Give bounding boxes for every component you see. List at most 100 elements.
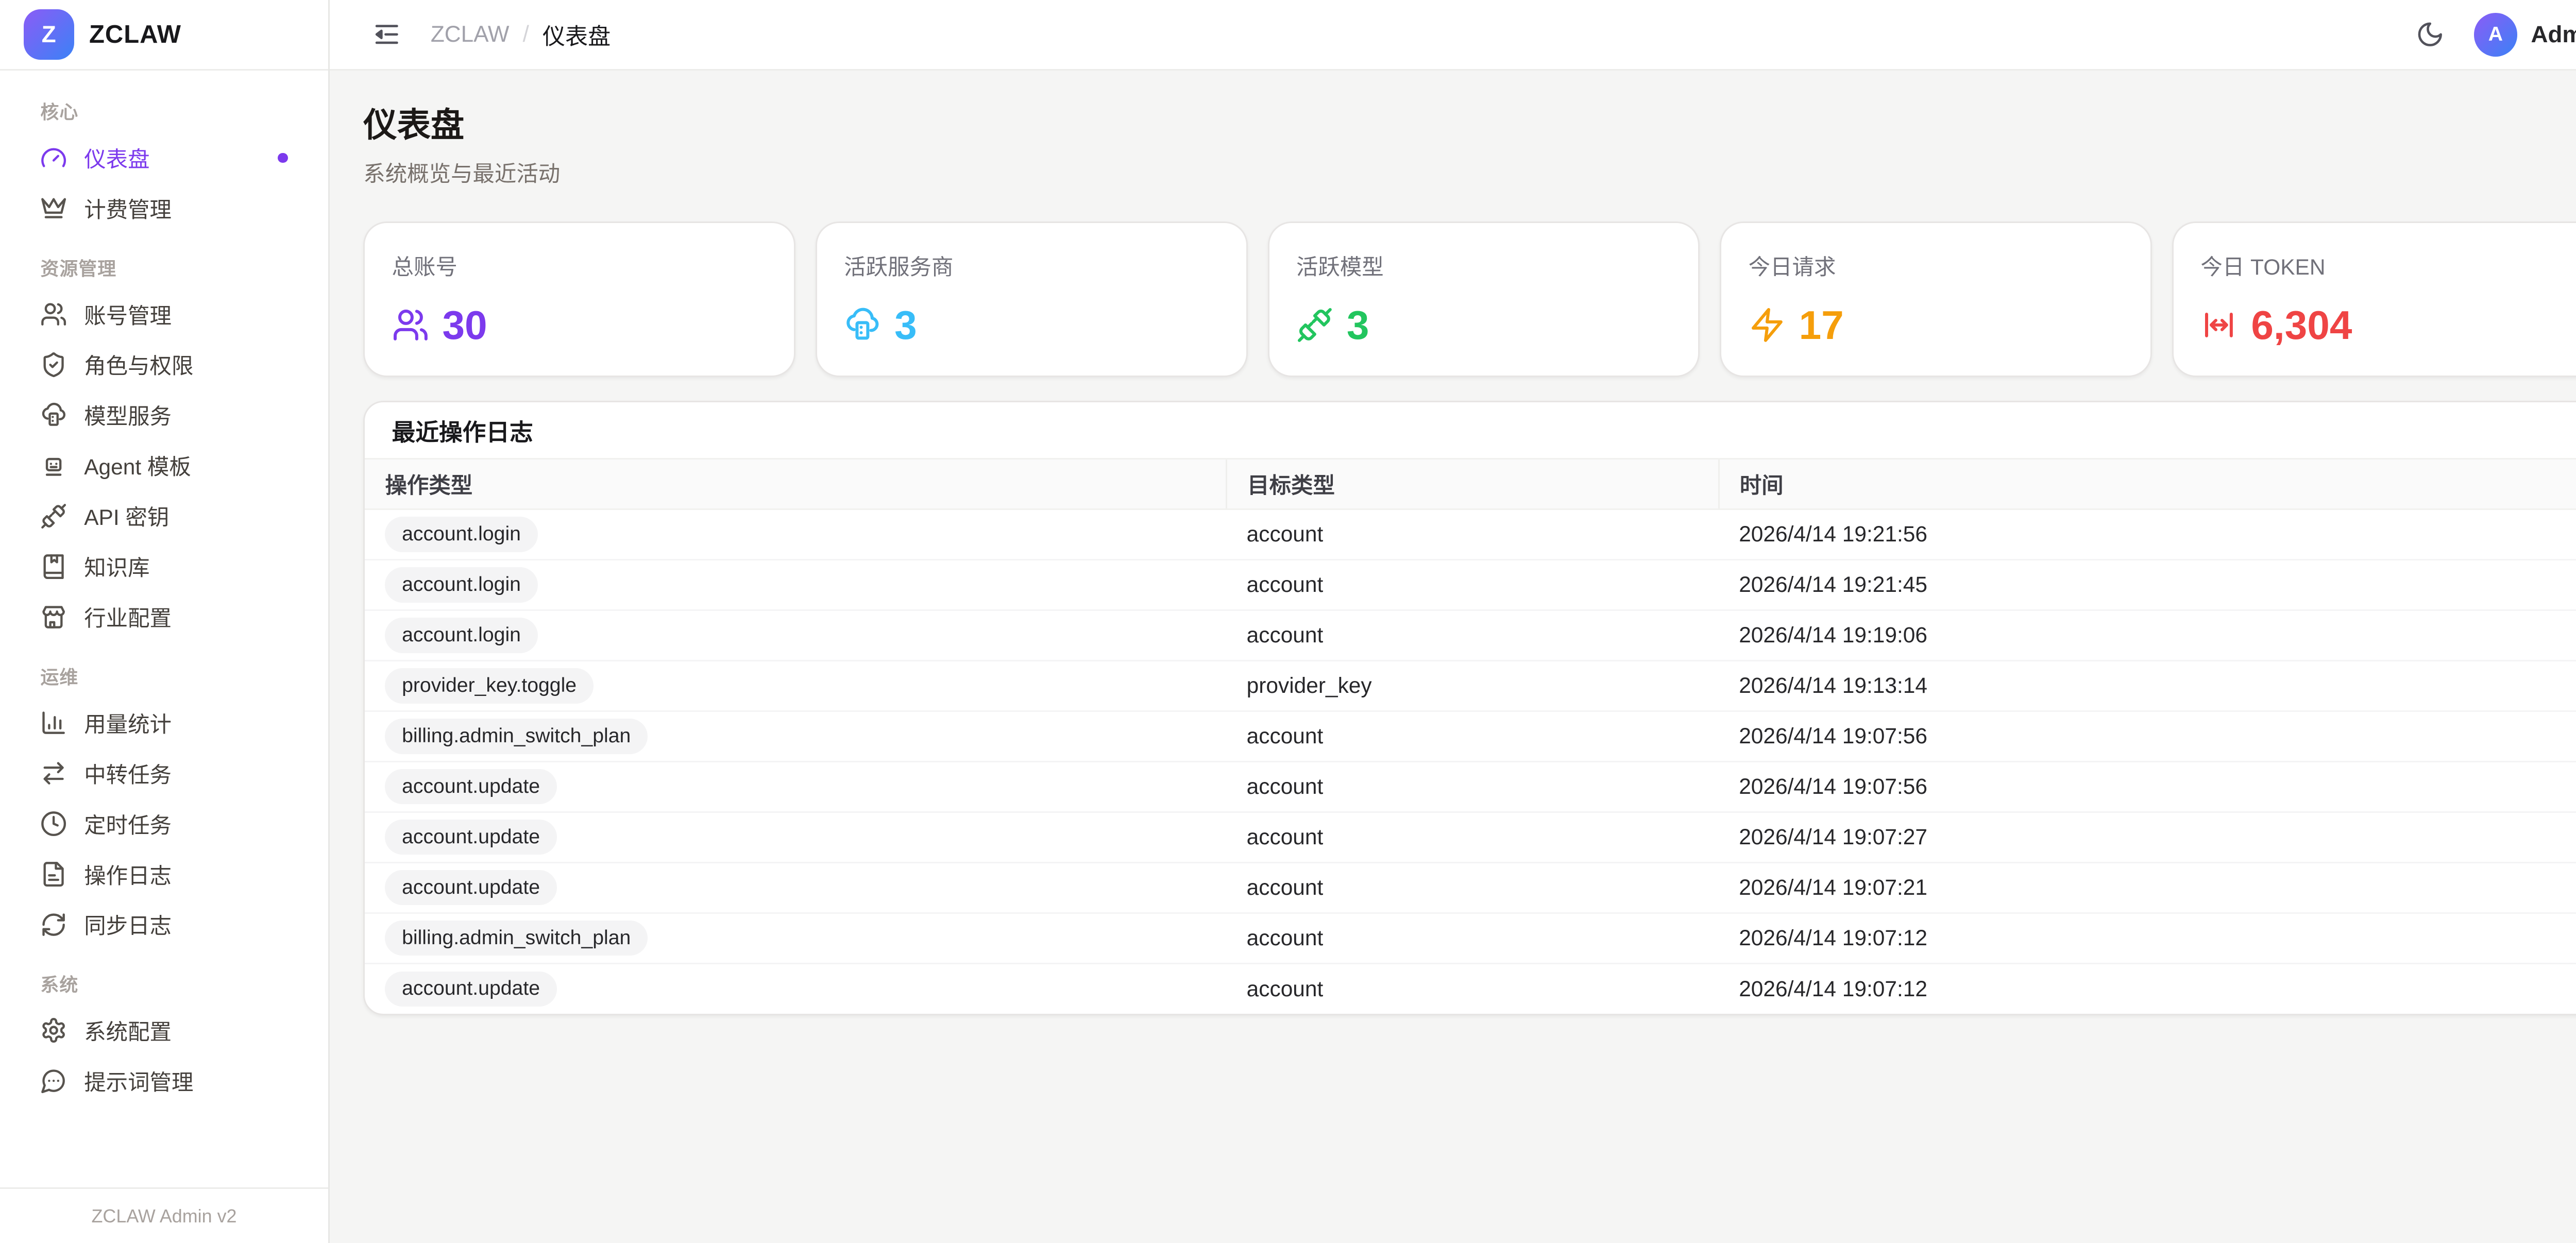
- table-row: provider_key.toggle provider_key 2026/4/…: [365, 660, 2576, 711]
- arrow-right-left-icon: [40, 760, 67, 787]
- sidebar-item-label: 知识库: [84, 551, 149, 582]
- user-menu[interactable]: A Admin: [2474, 13, 2576, 57]
- sidebar-nav: 核心 仪表盘 计费管理 资源管理 账号管理: [0, 71, 328, 1187]
- sidebar-item-model-services[interactable]: 模型服务: [20, 390, 308, 440]
- sidebar-item-prompt-management[interactable]: 提示词管理: [20, 1055, 308, 1106]
- bot-icon: [40, 452, 67, 479]
- collapse-sidebar-icon: [372, 20, 401, 49]
- nav-section-system: 系统 系统配置 提示词管理: [20, 957, 308, 1106]
- action-badge: account.login: [385, 618, 537, 653]
- time-cell: 2026/4/14 19:07:12: [1719, 913, 2576, 963]
- stat-number: 3: [1347, 302, 1369, 349]
- active-dot: [278, 153, 288, 163]
- sidebar-item-system-config[interactable]: 系统配置: [20, 1005, 308, 1055]
- section-label: 运维: [20, 649, 308, 697]
- time-cell: 2026/4/14 19:07:21: [1719, 862, 2576, 913]
- breadcrumb-separator: /: [523, 22, 529, 47]
- time-cell: 2026/4/14 19:21:45: [1719, 559, 2576, 610]
- stat-label: 活跃服务商: [844, 250, 1219, 281]
- stat-card-active-providers: 活跃服务商 3: [816, 222, 1248, 377]
- action-badge: account.update: [385, 972, 556, 1007]
- target-cell: account: [1226, 913, 1719, 963]
- sidebar-item-label: 系统配置: [84, 1015, 172, 1046]
- sidebar-item-api-keys[interactable]: API 密钥: [20, 491, 308, 541]
- table-row: account.update account 2026/4/14 19:07:5…: [365, 761, 2576, 812]
- stat-value: 6,304: [2200, 302, 2575, 349]
- brand-name: ZCLAW: [89, 20, 181, 49]
- theme-toggle-button[interactable]: [2406, 11, 2453, 58]
- sidebar-item-label: 模型服务: [84, 399, 172, 431]
- action-badge: provider_key.toggle: [385, 668, 593, 704]
- gauge-icon: [40, 145, 67, 172]
- time-cell: 2026/4/14 19:21:56: [1719, 509, 2576, 559]
- refresh-icon: [40, 911, 67, 938]
- stat-number: 17: [1799, 302, 1844, 349]
- nav-section-ops: 运维 用量统计 中转任务 定时任务 操作日志: [20, 649, 308, 950]
- nav-section-core: 核心 仪表盘 计费管理: [20, 84, 308, 233]
- sidebar-item-label: 操作日志: [84, 859, 172, 890]
- time-cell: 2026/4/14 19:07:12: [1719, 963, 2576, 1014]
- action-badge: account.login: [385, 567, 537, 603]
- time-cell: 2026/4/14 19:07:56: [1719, 761, 2576, 812]
- col-action-type: 操作类型: [365, 459, 1226, 509]
- target-cell: account: [1226, 862, 1719, 913]
- sidebar-item-scheduled-tasks[interactable]: 定时任务: [20, 798, 308, 849]
- time-cell: 2026/4/14 19:07:27: [1719, 812, 2576, 862]
- col-time: 时间: [1719, 459, 2576, 509]
- sidebar-item-dashboard[interactable]: 仪表盘: [20, 133, 308, 183]
- sidebar-item-label: 角色与权限: [84, 349, 193, 380]
- sidebar-item-operation-logs[interactable]: 操作日志: [20, 849, 308, 899]
- stat-label: 今日请求: [1749, 250, 2124, 281]
- sidebar-item-usage-stats[interactable]: 用量统计: [20, 697, 308, 748]
- file-text-icon: [40, 861, 67, 888]
- section-label: 系统: [20, 957, 308, 1005]
- stat-value: 3: [1296, 302, 1671, 349]
- users-icon: [392, 307, 429, 344]
- cable-icon: [1296, 307, 1333, 344]
- sidebar-item-billing[interactable]: 计费管理: [20, 183, 308, 234]
- stat-number: 3: [894, 302, 917, 349]
- move-horizontal-icon: [2200, 307, 2238, 344]
- top-bar-actions: A Admin: [2406, 11, 2576, 58]
- sidebar-item-label: 同步日志: [84, 909, 172, 940]
- stat-value: 30: [392, 302, 767, 349]
- table-row: account.login account 2026/4/14 19:19:06: [365, 610, 2576, 660]
- stat-number: 30: [442, 302, 487, 349]
- sidebar-item-label: 提示词管理: [84, 1065, 193, 1097]
- breadcrumb-root[interactable]: ZCLAW: [431, 22, 510, 47]
- sidebar-item-industry-config[interactable]: 行业配置: [20, 592, 308, 642]
- cable-icon: [40, 503, 67, 530]
- stat-card-tokens-today: 今日 TOKEN 6,304: [2172, 222, 2576, 377]
- avatar: A: [2474, 13, 2518, 57]
- stat-cards: 总账号 30 活跃服务商 3 活跃模型: [363, 222, 2576, 377]
- target-cell: provider_key: [1226, 660, 1719, 711]
- logs-table: 操作类型 目标类型 时间 account.login account 2026/…: [365, 458, 2576, 1014]
- cloud-server-icon: [844, 307, 881, 344]
- book-icon: [40, 553, 67, 580]
- sidebar-item-sync-logs[interactable]: 同步日志: [20, 899, 308, 950]
- table-row: account.update account 2026/4/14 19:07:1…: [365, 963, 2576, 1014]
- sidebar-item-knowledge-base[interactable]: 知识库: [20, 541, 308, 592]
- stat-label: 总账号: [392, 250, 767, 281]
- sidebar-item-relay-tasks[interactable]: 中转任务: [20, 748, 308, 798]
- action-badge: billing.admin_switch_plan: [385, 921, 647, 956]
- section-label: 核心: [20, 84, 308, 132]
- table-row: account.update account 2026/4/14 19:07:2…: [365, 862, 2576, 913]
- sidebar-item-label: 用量统计: [84, 707, 172, 739]
- sidebar-item-accounts[interactable]: 账号管理: [20, 289, 308, 339]
- sidebar-collapse-button[interactable]: [363, 11, 410, 58]
- target-cell: account: [1226, 761, 1719, 812]
- action-badge: account.login: [385, 517, 537, 552]
- sidebar-item-roles[interactable]: 角色与权限: [20, 339, 308, 390]
- stat-card-requests-today: 今日请求 17: [1720, 222, 2152, 377]
- action-badge: account.update: [385, 870, 556, 906]
- sidebar-footer: ZCLAW Admin v2: [0, 1187, 328, 1243]
- target-cell: account: [1226, 812, 1719, 862]
- top-bar: ZCLAW / 仪表盘 A Admin: [330, 0, 2576, 71]
- stat-value: 17: [1749, 302, 2124, 349]
- stat-value: 3: [844, 302, 1219, 349]
- sidebar-item-agent-templates[interactable]: Agent 模板: [20, 440, 308, 491]
- recent-logs-card: 最近操作日志 操作类型 目标类型 时间 account.login acco: [363, 401, 2576, 1015]
- section-label: 资源管理: [20, 241, 308, 289]
- crown-icon: [40, 195, 67, 222]
